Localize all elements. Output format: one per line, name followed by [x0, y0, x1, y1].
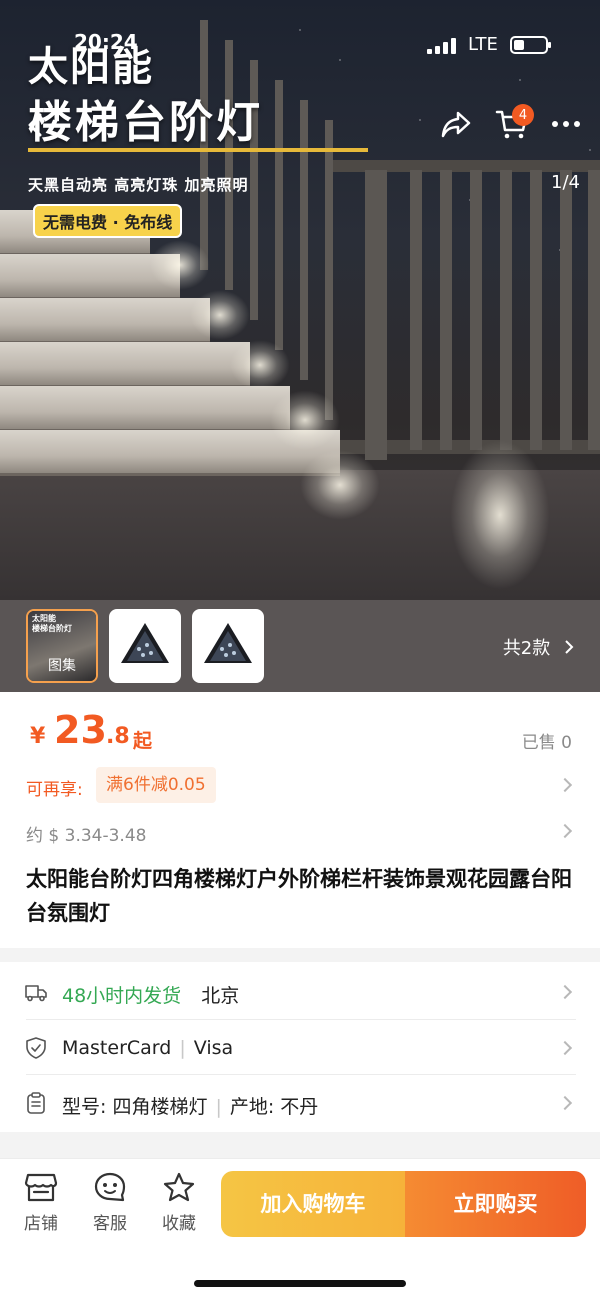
variants-count-link[interactable]: 共2款	[503, 634, 574, 660]
star-icon	[163, 1172, 195, 1202]
light-glow	[450, 440, 550, 590]
lamp-product-image	[204, 623, 252, 663]
chevron-right-icon	[557, 1040, 573, 1056]
shop-label: 店铺	[24, 1214, 58, 1234]
thumbnail-variant[interactable]	[192, 609, 264, 683]
more-dots-icon	[552, 121, 580, 127]
back-button[interactable]	[20, 108, 50, 142]
chat-face-icon	[94, 1172, 126, 1202]
status-bar: 20:24 LTE	[0, 0, 600, 90]
payment-visa: Visa	[193, 1037, 234, 1059]
hero-feature-pill: 无需电费 · 免布线	[33, 204, 183, 238]
product-image-carousel[interactable]: 太阳能 楼梯台阶灯 天黑自动亮 高亮灯珠 加亮照明 无需电费 · 免布线 1/4	[0, 0, 600, 600]
status-time: 20:24	[74, 30, 138, 54]
shield-check-icon	[26, 1037, 46, 1059]
spec-text: 型号: 四角楼梯灯 | 产地: 不丹	[62, 1092, 318, 1119]
variants-count-label: 共2款	[502, 638, 551, 659]
stair-step	[0, 298, 210, 344]
sold-count: 已售 0	[521, 733, 572, 753]
promo-label: 可再享:	[26, 780, 83, 800]
battery-icon	[510, 36, 551, 54]
payment-row[interactable]: MasterCard | Visa	[0, 1020, 600, 1076]
store-icon	[24, 1173, 58, 1202]
price-currency: ¥	[30, 724, 46, 749]
thumbnail-strip: 太阳能 楼梯台阶灯 图集 共2款	[0, 600, 600, 692]
thumbnail-overlay-line2: 楼梯台阶灯	[32, 624, 72, 633]
favorite-button[interactable]: 收藏	[154, 1171, 204, 1234]
truck-icon	[25, 985, 47, 1002]
chevron-left-icon	[28, 113, 42, 137]
thumbnail-overlay-title: 太阳能 楼梯台阶灯	[32, 614, 72, 634]
railing-post	[365, 170, 387, 460]
railing-post	[410, 170, 422, 450]
promo-tag[interactable]: 满6件减0.05	[96, 767, 216, 803]
payment-mastercard: MasterCard	[62, 1037, 172, 1059]
shipping-text: 48小时内发货 北京	[62, 981, 239, 1008]
stair-step	[0, 342, 250, 388]
railing-post	[440, 170, 452, 450]
railing-post	[588, 170, 600, 450]
hero-tagline: 天黑自动亮 高亮灯珠 加亮照明	[28, 176, 249, 194]
image-counter: 1/4	[551, 172, 580, 193]
railing-post	[530, 170, 542, 450]
promo-row[interactable]	[0, 762, 600, 808]
light-glow	[230, 340, 290, 390]
light-glow	[190, 290, 250, 340]
shipping-row[interactable]: 48小时内发货 北京	[0, 964, 600, 1020]
shipping-from: 北京	[201, 985, 240, 1007]
favorite-label: 收藏	[162, 1214, 196, 1234]
separator: |	[179, 1037, 186, 1059]
more-button[interactable]	[548, 110, 584, 138]
cart-count-badge: 4	[512, 104, 534, 126]
clipboard-icon	[27, 1092, 45, 1114]
shipping-time: 48小时内发货	[62, 985, 182, 1007]
thumbnail-gallery[interactable]: 太阳能 楼梯台阶灯 图集	[26, 609, 98, 683]
price-integer: 23	[54, 708, 107, 752]
railing-post	[470, 170, 482, 450]
thumbnail-variant[interactable]	[109, 609, 181, 683]
share-button[interactable]	[438, 106, 474, 142]
customer-service-label: 客服	[93, 1214, 127, 1234]
spec-model: 型号: 四角楼梯灯	[62, 1096, 208, 1118]
price-decimal: .8	[106, 724, 130, 749]
spec-origin: 产地: 不丹	[229, 1096, 319, 1118]
separator: |	[215, 1096, 222, 1118]
customer-service-button[interactable]: 客服	[85, 1171, 135, 1234]
lamp-product-image	[121, 623, 169, 663]
price-suffix: 起	[133, 730, 153, 752]
light-glow	[270, 390, 340, 450]
product-title: 太阳能台阶灯四角楼梯灯户外阶梯栏杆装饰景观花园露台阳台氛围灯	[26, 867, 572, 925]
signal-icon	[427, 38, 457, 54]
hero-title-line2: 楼梯台阶灯	[28, 97, 263, 148]
light-glow	[300, 450, 380, 520]
chevron-right-icon	[557, 984, 573, 1000]
hero-title-underline	[28, 148, 368, 152]
share-icon	[441, 111, 471, 138]
bottom-action-bar: 店铺 客服 收藏 加入购物车 立即购买	[0, 1158, 600, 1300]
railing-post	[500, 170, 512, 450]
network-type: LTE	[468, 34, 498, 55]
payment-methods: MasterCard | Visa	[62, 1037, 233, 1059]
usd-price-range: 约 $ 3.34-3.48	[26, 826, 147, 846]
chevron-right-icon	[565, 640, 574, 654]
shop-button[interactable]: 店铺	[16, 1171, 66, 1234]
railing-post	[560, 170, 572, 450]
home-indicator[interactable]	[194, 1280, 406, 1287]
chevron-right-icon	[557, 1095, 573, 1111]
add-to-cart-button[interactable]: 加入购物车	[221, 1171, 405, 1237]
spec-row[interactable]: 型号: 四角楼梯灯 | 产地: 不丹	[0, 1075, 600, 1131]
buy-now-button[interactable]: 立即购买	[405, 1171, 586, 1237]
thumbnail-overlay-line1: 太阳能	[32, 614, 56, 623]
thumbnail-gallery-label: 图集	[48, 658, 76, 674]
stair-step	[0, 386, 290, 432]
light-glow	[150, 240, 210, 290]
